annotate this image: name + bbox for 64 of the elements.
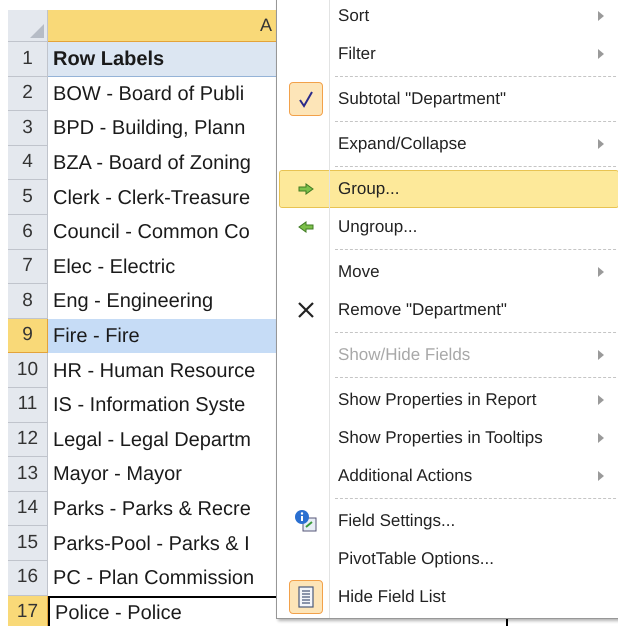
row-header[interactable]: 2	[8, 76, 48, 112]
table-cell-text: IS - Information Syste	[52, 393, 246, 418]
submenu-arrow-icon	[598, 471, 604, 481]
menu-item[interactable]: Remove "Department"	[279, 291, 618, 329]
submenu-arrow-icon	[598, 395, 604, 405]
menu-item[interactable]: Show Properties in Report	[279, 381, 618, 419]
menu-item[interactable]: PivotTable Options...	[279, 540, 618, 578]
row-header[interactable]: 8	[8, 284, 48, 319]
row-header[interactable]: 7	[8, 250, 48, 284]
menu-item[interactable]: Field Settings...	[279, 502, 618, 540]
table-cell-text: Mayor - Mayor	[52, 462, 183, 488]
menu-item[interactable]: Hide Field List	[279, 578, 618, 616]
menu-item[interactable]: Sort	[279, 0, 618, 35]
field-list-icon	[298, 586, 314, 608]
header-cell: Row Labels	[48, 42, 274, 77]
row-header[interactable]: 9	[8, 318, 48, 354]
table-cell-text: BOW - Board of Publi	[52, 82, 246, 107]
submenu-arrow-icon	[598, 139, 604, 149]
table-cell-text: HR - Human Resource	[52, 358, 256, 384]
table-cell: Police - Police	[48, 596, 274, 626]
table-cell-text: BZA - Board of Zoning	[52, 151, 252, 176]
submenu-arrow-icon	[598, 49, 604, 59]
menu-item[interactable]: Move	[279, 253, 618, 291]
table-cell-text: Legal - Legal Departm	[52, 428, 252, 453]
row-header[interactable]: 10	[8, 353, 48, 388]
table-cell-text: PC - Plan Commission	[52, 566, 256, 592]
table-cell-text: Clerk - Clerk-Treasure	[52, 186, 252, 211]
arrow-left-icon	[298, 221, 314, 233]
close-icon	[297, 301, 315, 319]
row-header[interactable]: 11	[8, 388, 48, 423]
menu-item[interactable]: Subtotal "Department"	[279, 80, 618, 118]
select-all-corner[interactable]	[8, 10, 48, 42]
table-cell-text: Parks-Pool - Parks & I	[52, 532, 251, 557]
table-cell-text: BPD - Building, Plann	[52, 116, 246, 142]
row-header[interactable]: 3	[8, 111, 48, 146]
table-cell-text: Elec - Electric	[52, 254, 176, 280]
menu-item[interactable]: Ungroup...	[279, 208, 618, 246]
row-header[interactable]: 12	[8, 422, 48, 458]
arrow-right-icon	[298, 183, 314, 195]
row-header[interactable]: 5	[8, 180, 48, 215]
row-header[interactable]: 15	[8, 526, 48, 561]
row-header[interactable]: 1	[8, 42, 48, 77]
submenu-arrow-icon	[598, 11, 604, 21]
row-header[interactable]: 6	[8, 214, 48, 250]
row-header[interactable]: 14	[8, 492, 48, 526]
menu-item[interactable]: Filter	[279, 35, 618, 73]
menu-item[interactable]: Expand/Collapse	[279, 125, 618, 163]
table-cell: Fire - Fire	[48, 318, 274, 354]
table-cell-text: Eng - Engineering	[52, 289, 214, 314]
row-header[interactable]: 16	[8, 560, 48, 596]
submenu-arrow-icon	[598, 433, 604, 443]
row-header[interactable]: 13	[8, 457, 48, 492]
row-header[interactable]: 4	[8, 146, 48, 180]
corner-triangle-icon	[30, 24, 44, 38]
submenu-arrow-icon	[598, 350, 604, 360]
menu-item[interactable]: Group...	[279, 170, 618, 208]
table-cell-text: Parks - Parks & Recre	[52, 497, 252, 522]
table-cell-text: Council - Common Co	[52, 220, 251, 246]
menu-item[interactable]: Additional Actions	[279, 457, 618, 495]
info-sheet-icon	[294, 509, 318, 533]
row-header[interactable]: 17	[8, 596, 48, 626]
menu-item[interactable]: Show Properties in Tooltips	[279, 419, 618, 457]
submenu-arrow-icon	[598, 267, 604, 277]
checkmark-icon	[298, 90, 314, 108]
